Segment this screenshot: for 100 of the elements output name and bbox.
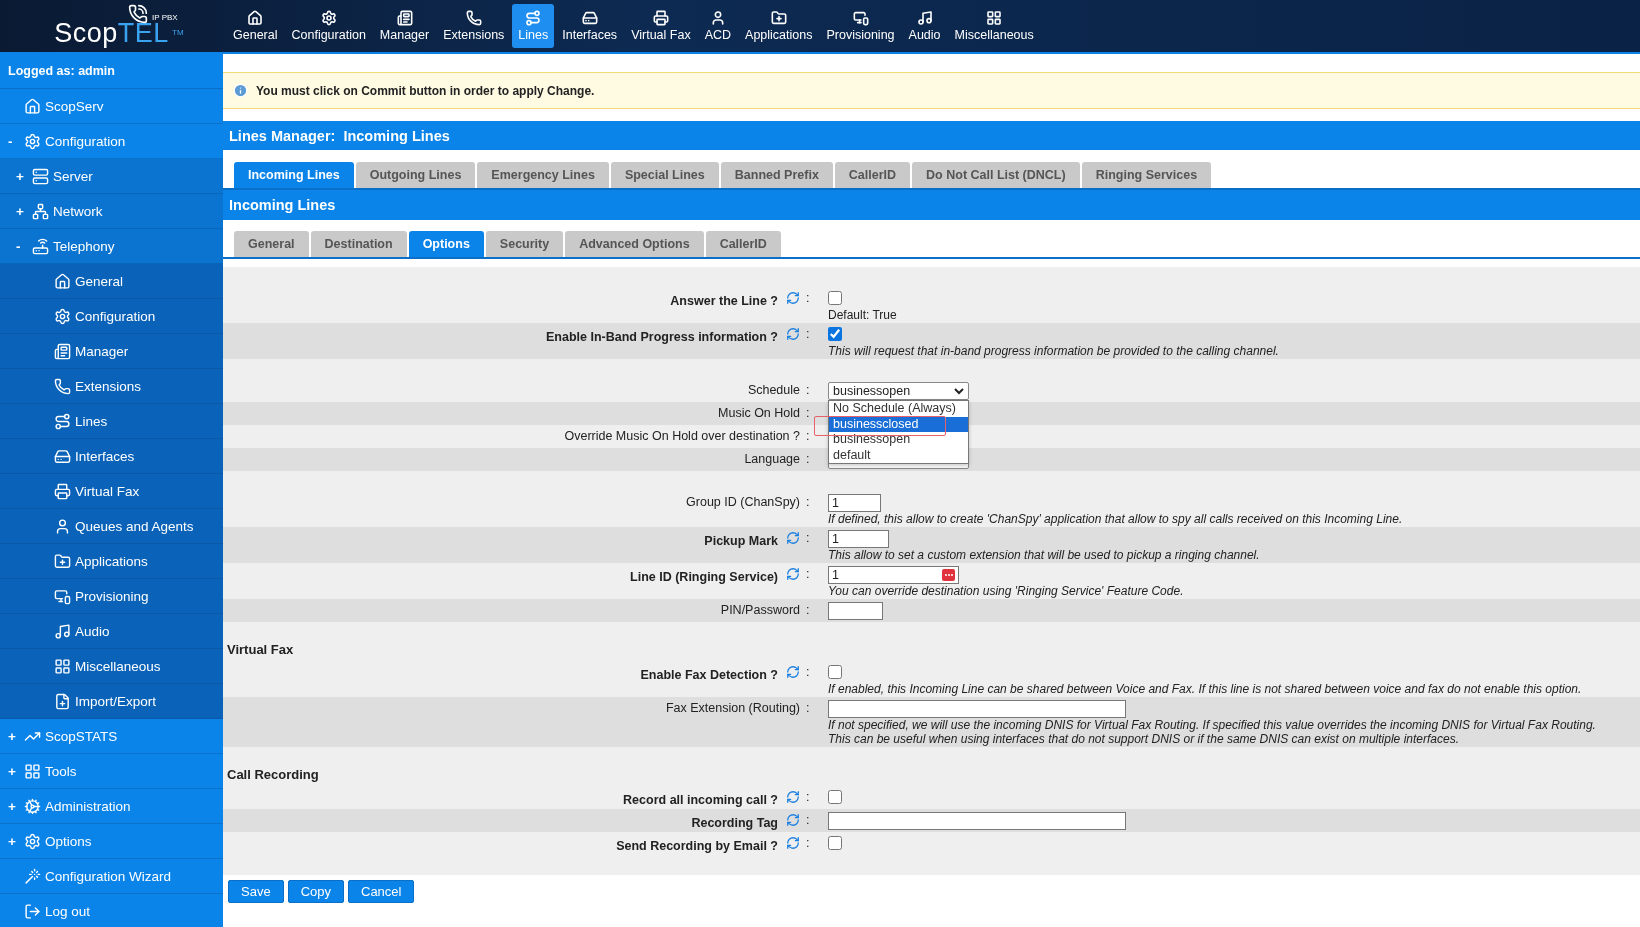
nav-button[interactable]: Configuration [285,4,372,48]
gear-icon [24,132,41,150]
tab[interactable]: CallerID [834,162,911,188]
sidebar-item[interactable]: Lines [0,404,223,439]
sidebar-item[interactable]: Applications [0,544,223,579]
tab[interactable]: Do Not Call List (DNCL) [912,162,1080,188]
separator: : [805,382,811,397]
input-field[interactable] [828,812,1126,830]
password-field[interactable] [828,602,883,620]
help-text: If defined, this allow to create 'ChanSpy' application that allow to spy all calls received on this Incoming Line. [828,512,1403,526]
sidebar-item[interactable]: + Server [0,159,223,194]
devices-icon [54,587,71,605]
tab[interactable]: Incoming Lines [234,162,354,188]
action-button[interactable]: Save [228,880,284,903]
refresh-icon[interactable] [786,813,800,827]
nav-button[interactable]: Interfaces [556,4,624,48]
nav-button[interactable]: General [227,4,284,48]
action-button[interactable]: Copy [287,880,344,903]
expand-toggle[interactable]: + [8,833,20,849]
tab[interactable]: Destination [310,231,407,257]
refresh-icon[interactable] [786,291,800,305]
chevron-icon [954,387,964,395]
help-text: If not specified, we will use the incoming DNIS for Virtual Fax Routing. If specified this value overrides the incoming DNIS for Virtual Fax Routing. [828,718,1596,732]
printer-icon [652,10,669,26]
refresh-icon[interactable] [786,567,800,581]
sidebar-item[interactable]: Queues and Agents [0,509,223,544]
nav-button[interactable]: ACD [698,4,738,48]
field-label: Group ID (ChanSpy) [686,495,800,509]
input-field[interactable] [828,700,1126,718]
more-icon[interactable] [942,569,955,581]
route-icon [54,412,71,430]
separator: : [805,835,811,850]
sidebar-item[interactable]: Provisioning [0,579,223,614]
gear-icon [320,10,337,26]
select-field[interactable]: businessopen [828,382,969,400]
nav-button[interactable]: Manager [373,4,436,48]
expand-toggle[interactable]: + [16,168,28,184]
help-text: If enabled, this Incoming Line can be shared between Voice and Fax. If this line is not shared between voice and fax do not enable this option. [828,682,1582,696]
checkbox[interactable] [828,665,842,679]
tab[interactable]: Options [408,231,484,257]
input-field[interactable]: 1 [828,566,959,584]
tab[interactable]: General [234,231,309,257]
sidebar-item[interactable]: Configuration [0,299,223,334]
nav-button[interactable]: Applications [739,4,819,48]
refresh-icon[interactable] [786,836,800,850]
tab[interactable]: Emergency Lines [477,162,609,188]
input-field[interactable]: 1 [828,494,881,512]
gear-icon [54,307,71,325]
grid-icon [24,762,41,780]
sidebar-item[interactable]: Audio [0,614,223,649]
dropdown-option[interactable]: businessopen [829,432,968,448]
logo: ScopTEL IP PBX TM [0,0,223,52]
tab[interactable]: Banned Prefix [720,162,833,188]
refresh-icon[interactable] [786,531,800,545]
refresh-icon[interactable] [786,665,800,679]
sidebar-item[interactable]: Manager [0,334,223,369]
tab[interactable]: Security [485,231,564,257]
expand-toggle[interactable]: + [16,203,28,219]
tab[interactable]: Ringing Services [1081,162,1212,188]
separator: : [805,405,811,420]
sidebar-item[interactable]: Interfaces [0,439,223,474]
checkbox[interactable] [828,291,842,305]
separator: : [805,602,811,617]
dropdown-option[interactable]: No Schedule (Always) [829,401,968,417]
expand-toggle[interactable]: - [8,133,20,149]
nav-button[interactable]: Miscellaneous [948,4,1040,48]
action-button[interactable]: Cancel [348,880,415,903]
expand-toggle[interactable]: + [8,728,20,744]
checkbox[interactable] [828,327,842,341]
sidebar-item[interactable]: Miscellaneous [0,649,223,684]
field-label: Pickup Mark [704,533,778,548]
expand-toggle[interactable]: + [8,798,20,814]
sidebar-item[interactable]: Import/Export [0,684,223,719]
sidebar-item[interactable]: General [0,264,223,299]
refresh-icon[interactable] [786,327,800,341]
refresh-icon[interactable] [786,790,800,804]
checkbox[interactable] [828,790,842,804]
input-field[interactable]: 1 [828,530,889,548]
nav-button[interactable]: Extensions [437,4,511,48]
drive-icon [581,10,598,26]
tab[interactable]: Outgoing Lines [355,162,476,188]
sidebar-item[interactable]: + Network [0,194,223,229]
tab[interactable]: Special Lines [610,162,719,188]
nav-button[interactable]: Virtual Fax [625,4,697,48]
field-label: Schedule [747,383,800,397]
field-label: Line ID (Ringing Service) [630,569,778,584]
expand-toggle[interactable]: + [8,763,20,779]
separator: : [805,530,811,545]
nav-button[interactable]: Provisioning [820,4,901,48]
sidebar-item[interactable]: Extensions [0,369,223,404]
nav-button[interactable]: Audio [902,4,947,48]
nav-button[interactable]: Lines [512,4,555,48]
expand-toggle[interactable]: - [16,238,28,254]
sidebar-item[interactable]: Virtual Fax [0,474,223,509]
tab[interactable]: Advanced Options [565,231,704,257]
sidebar-item[interactable]: - Telephony [0,229,223,264]
tab[interactable]: CallerID [705,231,781,257]
user-icon [54,517,71,535]
checkbox[interactable] [828,836,842,850]
field-label: Enable Fax Detection ? [640,667,778,682]
